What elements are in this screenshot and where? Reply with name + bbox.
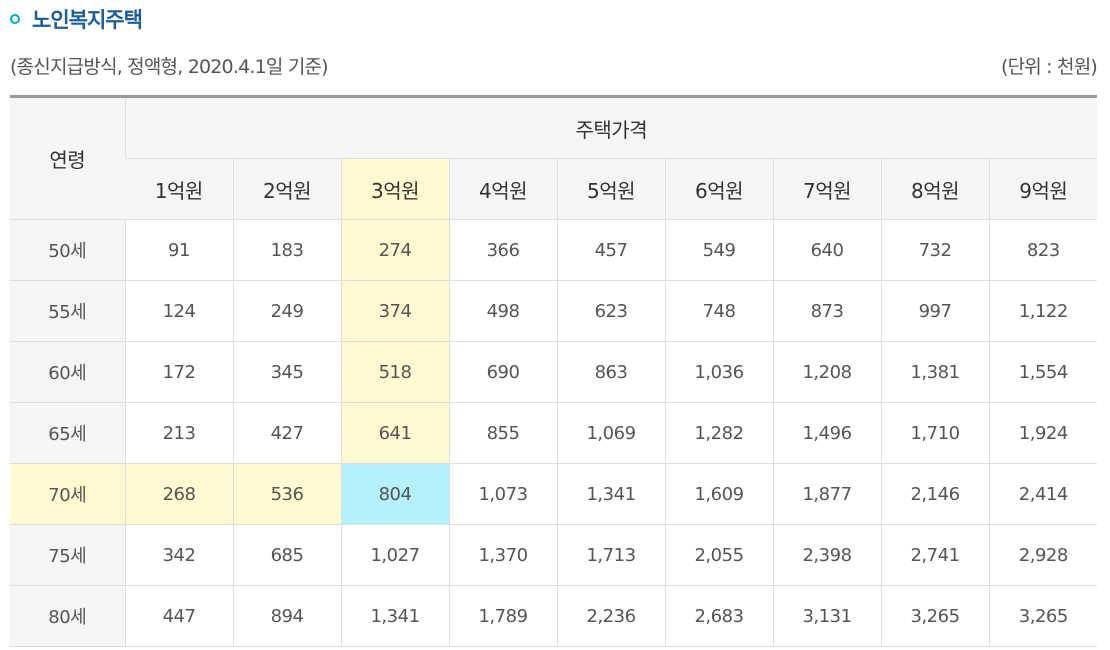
payment-cell: 2,414 [988, 463, 1098, 525]
payment-cell: 427 [232, 402, 341, 464]
table-row: 70세 268 536 804 1,073 1,341 1,609 1,877 2,146 2,4… [10, 463, 1098, 525]
payment-cell: 549 [664, 219, 773, 281]
payment-cell: 1,381 [880, 341, 989, 403]
payment-cell: 855 [448, 402, 557, 464]
payment-cell: 1,036 [664, 341, 773, 403]
price-column-header: 2억원 [232, 158, 341, 220]
payment-cell: 640 [772, 219, 881, 281]
payment-cell: 997 [880, 280, 989, 342]
monthly-payment-table: 연령 주택가격 1억원 2억원 3억원 4억원 5억원 6억원 7억원 8억원 9억원 50세 9… [10, 95, 1098, 647]
payment-cell: 863 [556, 341, 665, 403]
payment-cell: 1,710 [880, 402, 989, 464]
table-row: 60세 172 345 518 690 863 1,036 1,208 1,381 1,554 [10, 341, 1098, 403]
payment-cell: 1,609 [664, 463, 773, 525]
price-column-header: 3억원 [340, 158, 449, 220]
table-row: 65세 213 427 641 855 1,069 1,282 1,496 1,710 1,924 [10, 402, 1098, 464]
age-column-header: 연령 [10, 96, 125, 220]
section-title-text: 노인복지주택 [32, 8, 143, 32]
circle-bullet-icon [10, 14, 20, 24]
payment-cell: 124 [124, 280, 233, 342]
payment-cell: 873 [772, 280, 881, 342]
payment-cell: 1,341 [556, 463, 665, 525]
section-title: 노인복지주택 [10, 4, 143, 34]
condition-note: (종신지급방식, 정액형, 2020.4.1일 기준) [10, 56, 329, 78]
payment-cell: 1,073 [448, 463, 557, 525]
payment-cell: 732 [880, 219, 989, 281]
payment-cell: 183 [232, 219, 341, 281]
price-column-header: 6억원 [664, 158, 773, 220]
payment-cell: 1,924 [988, 402, 1098, 464]
payment-cell: 1,341 [340, 585, 449, 647]
price-column-header: 9억원 [988, 158, 1098, 220]
payment-cell: 2,683 [664, 585, 773, 647]
payment-cell: 1,122 [988, 280, 1098, 342]
payment-cell: 2,146 [880, 463, 989, 525]
table-caption-row: (종신지급방식, 정액형, 2020.4.1일 기준) (단위 : 천원) [10, 52, 1098, 79]
payment-cell: 1,370 [448, 524, 557, 586]
age-cell: 75세 [10, 524, 125, 586]
payment-cell: 623 [556, 280, 665, 342]
age-cell: 55세 [10, 280, 125, 342]
payment-cell: 1,554 [988, 341, 1098, 403]
payment-cell: 2,928 [988, 524, 1098, 586]
payment-cell: 748 [664, 280, 773, 342]
payment-cell: 274 [340, 219, 449, 281]
payment-cell: 3,131 [772, 585, 881, 647]
house-price-header: 주택가격 [124, 96, 1098, 159]
payment-cell: 3,265 [880, 585, 989, 647]
age-cell: 60세 [10, 341, 125, 403]
payment-cell: 268 [124, 463, 233, 525]
age-cell: 80세 [10, 585, 125, 647]
payment-cell: 823 [988, 219, 1098, 281]
payment-cell: 345 [232, 341, 341, 403]
payment-cell: 2,398 [772, 524, 881, 586]
payment-cell: 447 [124, 585, 233, 647]
payment-cell: 2,236 [556, 585, 665, 647]
table-row: 80세 447 894 1,341 1,789 2,236 2,683 3,131 3,265 3… [10, 585, 1098, 647]
payment-cell: 457 [556, 219, 665, 281]
payment-cell: 894 [232, 585, 341, 647]
payment-cell: 536 [232, 463, 341, 525]
payment-cell: 1,496 [772, 402, 881, 464]
payment-cell: 690 [448, 341, 557, 403]
payment-cell: 249 [232, 280, 341, 342]
payment-cell: 641 [340, 402, 449, 464]
payment-cell: 1,282 [664, 402, 773, 464]
table-row: 50세 91 183 274 366 457 549 640 732 823 [10, 219, 1098, 281]
payment-cell: 91 [124, 219, 233, 281]
payment-cell: 2,055 [664, 524, 773, 586]
payment-cell: 374 [340, 280, 449, 342]
payment-cell: 804 [340, 463, 449, 525]
unit-note: (단위 : 천원) [1000, 56, 1098, 78]
payment-cell: 1,027 [340, 524, 449, 586]
table-row: 55세 124 249 374 498 623 748 873 997 1,122 [10, 280, 1098, 342]
table-row: 75세 342 685 1,027 1,370 1,713 2,055 2,398 2,741 2… [10, 524, 1098, 586]
payment-cell: 1,208 [772, 341, 881, 403]
price-column-header: 1억원 [125, 158, 233, 220]
payment-cell: 342 [124, 524, 233, 586]
payment-cell: 172 [124, 341, 233, 403]
payment-cell: 1,713 [556, 524, 665, 586]
price-column-header: 7억원 [772, 158, 881, 220]
payment-cell: 518 [340, 341, 449, 403]
payment-cell: 685 [232, 524, 341, 586]
payment-cell: 1,069 [556, 402, 665, 464]
payment-cell: 1,789 [448, 585, 557, 647]
price-column-header: 4억원 [448, 158, 557, 220]
price-column-header: 5억원 [556, 158, 665, 220]
payment-cell: 213 [124, 402, 233, 464]
payment-cell: 2,741 [880, 524, 989, 586]
age-cell: 50세 [10, 219, 125, 281]
age-cell: 70세 [10, 463, 125, 525]
payment-cell: 1,877 [772, 463, 881, 525]
payment-cell: 498 [448, 280, 557, 342]
age-cell: 65세 [10, 402, 125, 464]
price-column-header: 8억원 [880, 158, 989, 220]
payment-cell: 366 [448, 219, 557, 281]
payment-cell: 3,265 [988, 585, 1098, 647]
